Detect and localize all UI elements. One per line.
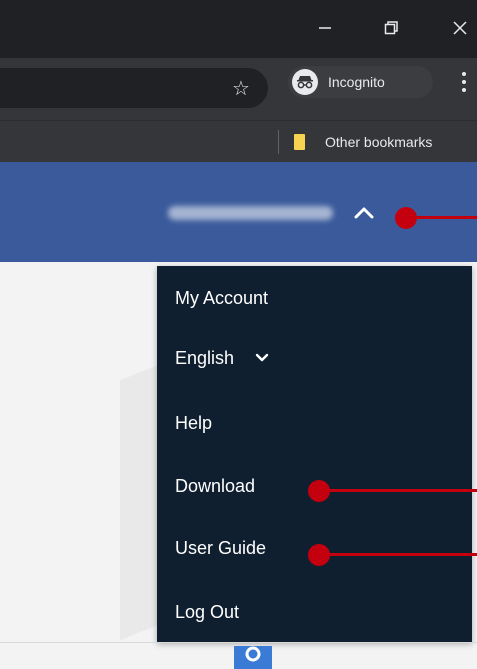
menu-item-help[interactable]: Help — [175, 409, 212, 437]
menu-item-log-out[interactable]: Log Out — [175, 598, 239, 626]
menu-item-label: Help — [175, 412, 213, 433]
menu-item-label: Download — [175, 475, 256, 496]
annotation-line-account — [405, 216, 477, 219]
incognito-badge[interactable]: Incognito — [288, 66, 433, 98]
chevron-down-icon — [254, 350, 270, 366]
bookmarks-divider — [278, 130, 279, 154]
star-icon[interactable]: ☆ — [232, 68, 250, 108]
menu-item-my-account[interactable]: My Account — [175, 284, 268, 312]
menu-item-label: English — [175, 347, 235, 368]
chevron-up-icon[interactable] — [349, 198, 379, 228]
kebab-menu-icon[interactable] — [458, 72, 470, 92]
menu-item-label: User Guide — [175, 537, 267, 558]
incognito-label: Incognito — [328, 74, 385, 90]
folder-icon — [294, 134, 305, 150]
menu-item-label: My Account — [175, 287, 269, 308]
menu-item-download[interactable]: Download — [175, 472, 255, 500]
menu-item-user-guide[interactable]: User Guide — [175, 534, 266, 562]
menu-item-label: Log Out — [175, 601, 240, 622]
browser-toolbar: ☆ Incognito — [0, 58, 477, 120]
minimize-icon[interactable] — [311, 14, 339, 42]
user-name-redacted[interactable] — [168, 206, 333, 220]
browser-titlebar — [0, 0, 477, 58]
search-icon — [245, 646, 261, 662]
menu-item-language[interactable]: English — [175, 344, 270, 372]
close-icon[interactable] — [446, 14, 474, 42]
address-bar[interactable]: ☆ — [0, 68, 268, 108]
annotation-line-user-guide — [318, 553, 477, 556]
annotation-line-download — [318, 489, 477, 492]
other-bookmarks-label: Other bookmarks — [325, 134, 433, 150]
footer-divider — [0, 642, 477, 643]
other-bookmarks-button[interactable]: Other bookmarks — [294, 121, 432, 163]
restore-icon[interactable] — [377, 14, 405, 42]
user-dropdown-menu: My Account English Help Download User Gu… — [157, 266, 472, 642]
search-button[interactable] — [234, 646, 272, 669]
bookmarks-bar: Other bookmarks — [0, 120, 477, 163]
incognito-icon — [292, 69, 318, 95]
